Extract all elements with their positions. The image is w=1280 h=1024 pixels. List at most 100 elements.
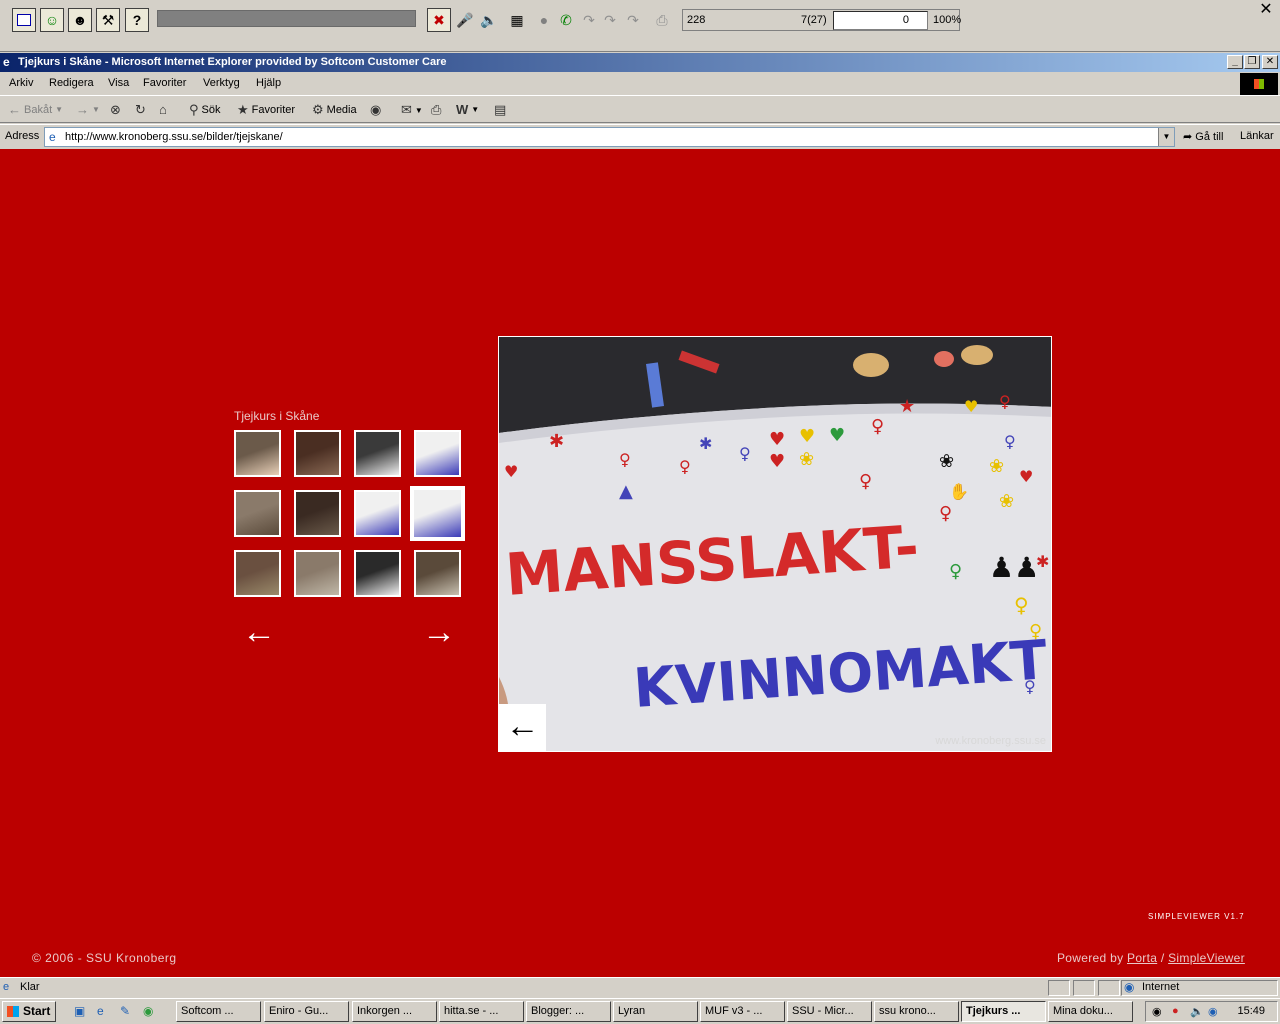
microphone-icon[interactable]: 🎤 bbox=[453, 8, 477, 32]
page-content: Tjejkurs i Skåne ← → ✱ ♀ ✱ ♀ ♥ ♥ ♥ ♀ ★ ♥… bbox=[0, 149, 1280, 977]
print-button[interactable]: ⎙ bbox=[431, 102, 441, 118]
taskbar-button[interactable]: ssu krono... bbox=[874, 1001, 959, 1022]
menu-arkiv[interactable]: Arkiv bbox=[9, 77, 33, 89]
copyright-text: © 2006 - SSU Kronoberg bbox=[32, 951, 177, 965]
media-button[interactable]: ⚙ Media bbox=[312, 102, 357, 118]
back-button[interactable]: ← Bakåt ▼ bbox=[8, 102, 63, 117]
menu-favoriter[interactable]: Favoriter bbox=[143, 77, 186, 89]
dialer-progress-bar bbox=[157, 10, 416, 27]
stop-button[interactable]: ⊗ bbox=[110, 102, 121, 118]
quicklaunch-notepad-icon[interactable]: ✎ bbox=[120, 1004, 130, 1018]
taskbar-button[interactable]: Eniro - Gu... bbox=[264, 1001, 349, 1022]
favorites-button[interactable]: ★ Favoriter bbox=[237, 102, 295, 118]
start-button[interactable]: Start bbox=[2, 1001, 56, 1022]
thumbnail[interactable] bbox=[234, 550, 281, 597]
search-label: Sök bbox=[201, 104, 221, 116]
forward-dropdown-icon[interactable]: ▼ bbox=[92, 105, 100, 114]
history-button[interactable]: ◉ bbox=[370, 102, 381, 118]
svg-text:♀: ♀ bbox=[871, 416, 884, 437]
menu-redigera[interactable]: Redigera bbox=[49, 77, 94, 89]
window-icon[interactable] bbox=[12, 8, 36, 32]
menu-visa[interactable]: Visa bbox=[108, 77, 129, 89]
keypad-icon[interactable]: ▦ bbox=[505, 8, 529, 32]
links-button[interactable]: Länkar bbox=[1240, 130, 1274, 142]
mail-dropdown-icon[interactable]: ▼ bbox=[415, 106, 423, 115]
discuss-button[interactable]: ▤ bbox=[494, 102, 506, 118]
photo-prev-arrow-icon[interactable]: ← bbox=[499, 704, 546, 751]
thumbnail[interactable] bbox=[354, 490, 401, 537]
taskbar-button[interactable]: Mina doku... bbox=[1048, 1001, 1133, 1022]
svg-text:♀: ♀ bbox=[859, 471, 872, 492]
conference-icon[interactable]: ↷ bbox=[621, 8, 645, 32]
simpleviewer-link[interactable]: SimpleViewer bbox=[1168, 951, 1245, 965]
forward-button[interactable]: → ▼ bbox=[76, 102, 100, 117]
taskbar-button[interactable]: Softcom ... bbox=[176, 1001, 261, 1022]
svg-text:♀: ♀ bbox=[619, 450, 631, 469]
back-dropdown-icon[interactable]: ▼ bbox=[55, 105, 63, 114]
address-dropdown-icon[interactable]: ▼ bbox=[1158, 128, 1174, 146]
menu-hjalp[interactable]: Hjälp bbox=[256, 77, 281, 89]
menu-verktyg[interactable]: Verktyg bbox=[203, 77, 240, 89]
home-button[interactable]: ⌂ bbox=[159, 102, 167, 117]
taskbar: Start ▣ e ✎ ◉ Softcom ... Eniro - Gu... In… bbox=[0, 998, 1280, 1024]
back-label: Bakåt bbox=[24, 103, 53, 116]
call-icon[interactable]: ✆ bbox=[554, 8, 578, 32]
tray-volume-icon[interactable]: 🔈 bbox=[1190, 1005, 1204, 1018]
help-icon[interactable]: ? bbox=[125, 8, 149, 32]
taskbar-button[interactable]: Lyran bbox=[613, 1001, 698, 1022]
next-page-arrow-icon[interactable]: → bbox=[422, 615, 456, 649]
taskbar-button[interactable]: Inkorgen ... bbox=[352, 1001, 437, 1022]
go-button[interactable]: ➦ Gå till bbox=[1183, 130, 1223, 143]
svg-text:♥: ♥ bbox=[769, 429, 785, 450]
status-cell-3 bbox=[1098, 980, 1120, 996]
quicklaunch-desktop-icon[interactable]: ▣ bbox=[74, 1004, 85, 1018]
address-url[interactable]: http://www.kronoberg.ssu.se/bilder/tjejs… bbox=[65, 131, 283, 143]
hold-icon[interactable]: ⎙ bbox=[650, 8, 674, 32]
quicklaunch-app-icon[interactable]: ◉ bbox=[143, 1004, 153, 1018]
users-icon[interactable]: ☺ bbox=[40, 8, 64, 32]
tray-app-icon[interactable]: ● bbox=[1172, 1005, 1179, 1017]
mail-button[interactable]: ✉ ▼ bbox=[401, 102, 423, 118]
thumbnail[interactable] bbox=[354, 430, 401, 477]
record-icon[interactable]: ● bbox=[532, 8, 556, 32]
taskbar-button[interactable]: MUF v3 - ... bbox=[700, 1001, 785, 1022]
dialer-number-field[interactable]: 0 bbox=[833, 11, 928, 30]
taskbar-button[interactable]: Tjejkurs ... bbox=[961, 1001, 1046, 1022]
thumbnail[interactable] bbox=[234, 490, 281, 537]
thumbnail[interactable] bbox=[294, 430, 341, 477]
thumbnail[interactable] bbox=[414, 550, 461, 597]
svg-text:♥: ♥ bbox=[769, 451, 785, 472]
taskbar-button[interactable]: Blogger: ... bbox=[526, 1001, 611, 1022]
address-input[interactable]: e http://www.kronoberg.ssu.se/bilder/tje… bbox=[44, 127, 1175, 147]
porta-link[interactable]: Porta bbox=[1127, 951, 1157, 965]
tray-network-icon[interactable]: ◉ bbox=[1152, 1005, 1162, 1018]
maximize-button[interactable]: ❐ bbox=[1244, 55, 1260, 69]
speaker-icon[interactable]: 🔈 bbox=[477, 8, 501, 32]
refresh-button[interactable]: ↻ bbox=[135, 102, 146, 118]
thumbnail[interactable] bbox=[414, 430, 461, 477]
prev-page-arrow-icon[interactable]: ← bbox=[242, 615, 276, 649]
minimize-button[interactable]: _ bbox=[1227, 55, 1243, 69]
thumbnail[interactable] bbox=[294, 490, 341, 537]
forward-icon[interactable]: ↷ bbox=[598, 8, 622, 32]
svg-text:♀: ♀ bbox=[679, 457, 691, 476]
svg-text:❀: ❀ bbox=[799, 449, 814, 470]
tray-connection-icon[interactable]: ◉ bbox=[1208, 1005, 1218, 1018]
disconnect-icon[interactable]: ✖ bbox=[427, 8, 451, 32]
status-cell-1 bbox=[1048, 980, 1070, 996]
close-button[interactable]: ✕ bbox=[1262, 55, 1278, 69]
edit-button[interactable]: W ▼ bbox=[456, 102, 479, 117]
dialer-close-icon[interactable]: ✕ bbox=[1258, 2, 1274, 19]
taskbar-button[interactable]: SSU - Micr... bbox=[787, 1001, 872, 1022]
taskbar-button[interactable]: hitta.se - ... bbox=[439, 1001, 524, 1022]
thumbnail[interactable] bbox=[410, 486, 465, 541]
edit-dropdown-icon[interactable]: ▼ bbox=[471, 105, 479, 114]
tools-icon[interactable]: ⚒ bbox=[96, 8, 120, 32]
thumbnail[interactable] bbox=[294, 550, 341, 597]
user-settings-icon[interactable]: ☻ bbox=[68, 8, 92, 32]
quicklaunch-ie-icon[interactable]: e bbox=[97, 1004, 104, 1018]
thumbnail[interactable] bbox=[234, 430, 281, 477]
search-button[interactable]: ⚲ Sök bbox=[189, 102, 221, 118]
thumbnail[interactable] bbox=[354, 550, 401, 597]
main-photo[interactable]: ✱ ♀ ✱ ♀ ♥ ♥ ♥ ♀ ★ ♥ ♀ ♀ ♀ ♥ ❀ ♀ ❀ ❀ ♀ ❀ bbox=[498, 336, 1052, 752]
